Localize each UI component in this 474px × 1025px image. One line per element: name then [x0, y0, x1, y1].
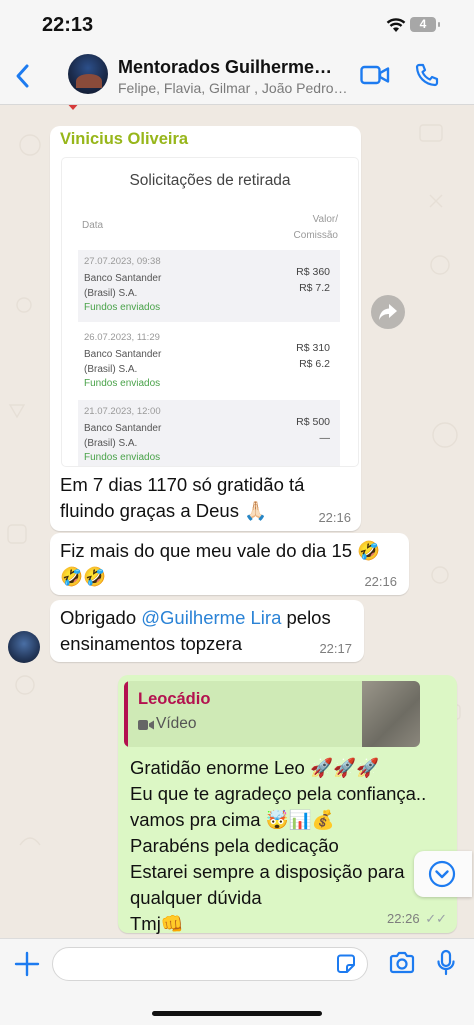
sticker-icon[interactable]: [335, 953, 357, 975]
group-title[interactable]: Mentorados Guilherme…: [118, 57, 348, 78]
message-text-line: Eu que te agradeço pela confiança..: [130, 783, 427, 804]
row-status: Fundos enviados: [84, 302, 161, 313]
column-header-commission-line: Comissão: [293, 230, 338, 241]
row-value: R$ 360 R$ 7.2: [296, 264, 330, 296]
message-text-line: ensinamentos topzera: [60, 633, 243, 654]
message-text-line: 🤣🤣: [60, 566, 107, 587]
message-bubble[interactable]: Obrigado @Guilherme Lira pelos ensinamen…: [50, 600, 364, 662]
quote-type: Vídeo: [156, 715, 197, 732]
group-members[interactable]: Felipe, Flavia, Gilmar , João Pedro…: [118, 80, 358, 96]
row-amount: R$ 310: [296, 342, 330, 354]
message-text: Em 7 dias 1170 só gratidão tá fluindo gr…: [60, 472, 356, 524]
camera-icon[interactable]: [388, 951, 416, 975]
row-amount: R$ 360: [296, 266, 330, 278]
message-text-line: Parabéns pela dedicação: [130, 835, 339, 856]
status-time: 22:13: [42, 14, 94, 36]
column-header-value-line: Valor/: [312, 214, 338, 225]
message-text-line: Gratidão enorme Leo 🚀🚀🚀: [130, 757, 380, 778]
video-icon: [138, 720, 154, 730]
message-text: Fiz mais do que meu vale do dia 15 🤣 🤣🤣: [60, 538, 405, 590]
message-bubble[interactable]: Fiz mais do que meu vale do dia 15 🤣 🤣🤣 …: [50, 533, 409, 595]
message-input-bar: [0, 938, 474, 1025]
message-input[interactable]: [52, 947, 368, 981]
back-icon[interactable]: [12, 62, 34, 90]
row-status: Fundos enviados: [84, 452, 161, 463]
withdrawal-row: 26.07.2023, 11:29 Banco Santander (Brasil…: [78, 326, 340, 398]
mic-icon[interactable]: [436, 949, 456, 977]
row-bank: Banco Santander (Brasil) S.A.: [84, 271, 204, 301]
column-header-date: Data: [82, 220, 104, 231]
message-text-line: Obrigado @Guilherme Lira pelos: [60, 605, 360, 631]
quote-sender: Leocádio: [138, 690, 211, 708]
wifi-icon: [386, 18, 406, 32]
row-commission: R$ 6.2: [299, 358, 330, 370]
column-header-value: Valor/ Comissão: [294, 212, 338, 244]
row-bank-line: Banco Santander: [84, 273, 162, 284]
image-title: Solicitações de retirada: [129, 172, 291, 189]
row-status: Fundos enviados: [84, 378, 161, 389]
row-bank-line: Banco Santander: [84, 349, 162, 360]
message-time: 22:16: [364, 574, 397, 589]
image-attachment[interactable]: Solicitações de retirada Data Valor/ Com…: [62, 158, 358, 466]
message-text-line: fluindo graças a Deus 🙏🏻: [60, 500, 268, 521]
battery-indicator: 4: [410, 17, 440, 32]
message-text: Gratidão enorme Leo 🚀🚀🚀 Eu que te agrade…: [130, 755, 452, 937]
message-text-line: Em 7 dias 1170 só gratidão tá: [60, 474, 305, 495]
phone-icon[interactable]: [414, 62, 440, 88]
chat-area[interactable]: Vinicius Oliveira Solicitações de retira…: [0, 105, 474, 937]
message-text-line: vamos pra cima 🤯📊💰: [130, 809, 335, 830]
row-bank: Banco Santander (Brasil) S.A.: [84, 421, 204, 451]
forward-button[interactable]: [371, 295, 405, 329]
message-time: 22:16: [318, 510, 351, 525]
message-text-line: Estarei sempre a disposição para: [130, 861, 405, 882]
row-commission: —: [319, 432, 331, 444]
row-value: R$ 310 R$ 6.2: [296, 340, 330, 372]
group-avatar[interactable]: [68, 54, 108, 94]
sender-name[interactable]: Vinicius Oliveira: [60, 130, 188, 149]
mention-link[interactable]: @Guilherme Lira: [141, 607, 281, 628]
row-date: 26.07.2023, 11:29: [84, 332, 160, 343]
message-time: 22:17: [319, 641, 352, 656]
text-prefix: Obrigado: [60, 607, 142, 628]
row-amount: R$ 500: [296, 416, 330, 428]
row-bank-line: Banco Santander: [84, 423, 162, 434]
message-text-line: qualquer dúvida: [130, 887, 262, 908]
row-bank-line: (Brasil) S.A.: [84, 288, 138, 299]
quoted-message[interactable]: Leocádio Vídeo: [124, 681, 420, 747]
reaction-icon: [68, 105, 78, 110]
scroll-to-bottom-button[interactable]: [414, 851, 472, 897]
row-date: 21.07.2023, 12:00: [84, 406, 161, 417]
forward-icon: [379, 304, 397, 320]
message-bubble-outgoing[interactable]: Leocádio Vídeo Gratidão enorme Leo 🚀🚀🚀 E…: [118, 675, 457, 934]
message-text-line: Fiz mais do que meu vale do dia 15 🤣: [60, 540, 381, 561]
message-bubble[interactable]: Vinicius Oliveira Solicitações de retira…: [50, 126, 361, 531]
read-ticks: ✓✓: [425, 911, 447, 926]
row-commission: R$ 7.2: [299, 282, 330, 294]
chat-header: Mentorados Guilherme… Felipe, Flavia, Gi…: [0, 48, 474, 105]
plus-icon[interactable]: [14, 951, 40, 977]
withdrawal-row: 21.07.2023, 12:00 Banco Santander (Brasil…: [78, 400, 340, 466]
home-indicator: [152, 1011, 322, 1016]
message-time-value: 22:26: [387, 911, 420, 926]
row-value: R$ 500 —: [296, 414, 330, 446]
video-call-icon[interactable]: [360, 64, 390, 86]
withdrawal-row: 27.07.2023, 09:38 Banco Santander (Brasil…: [78, 250, 340, 322]
row-bank: Banco Santander (Brasil) S.A.: [84, 347, 204, 377]
row-bank-line: (Brasil) S.A.: [84, 364, 138, 375]
message-time: 22:26 ✓✓: [387, 911, 447, 927]
message-text: Obrigado @Guilherme Lira pelos ensinamen…: [60, 605, 360, 657]
text-suffix: pelos: [281, 607, 331, 628]
quote-bar: [124, 681, 128, 747]
quote-thumbnail: [362, 681, 420, 747]
sender-avatar[interactable]: [8, 631, 40, 663]
row-date: 27.07.2023, 09:38: [84, 256, 161, 267]
row-bank-line: (Brasil) S.A.: [84, 438, 138, 449]
status-bar: 22:13 4: [0, 0, 474, 48]
chevron-down-icon: [428, 860, 456, 888]
